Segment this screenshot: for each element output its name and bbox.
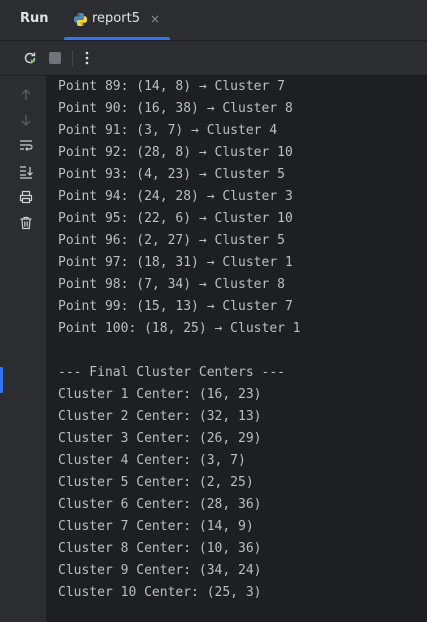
scroll-to-end-icon[interactable] — [18, 164, 34, 180]
soft-wrap-icon[interactable] — [18, 138, 34, 154]
active-tab-indicator — [64, 37, 170, 40]
console-line: Point 96: (2, 27) → Cluster 5 — [58, 233, 285, 248]
side-panel-indicator — [0, 367, 3, 393]
console-line: Point 97: (18, 31) → Cluster 1 — [58, 255, 293, 270]
console-line: Cluster 8 Center: (10, 36) — [58, 541, 262, 556]
console-line: Point 100: (18, 25) → Cluster 1 — [58, 321, 301, 336]
console-line: Cluster 4 Center: (3, 7) — [58, 453, 246, 468]
console-line: Cluster 10 Center: (25, 3) — [58, 585, 262, 600]
console-line: Point 89: (14, 8) → Cluster 7 — [58, 79, 285, 94]
console-line: Point 91: (3, 7) → Cluster 4 — [58, 123, 278, 138]
more-options-icon[interactable] — [78, 49, 96, 67]
console-side-toolbar — [0, 76, 47, 622]
toolbar-separator — [72, 50, 73, 66]
console-line: Point 93: (4, 23) → Cluster 5 — [58, 167, 285, 182]
console-line: Point 95: (22, 6) → Cluster 10 — [58, 211, 293, 226]
console-line: Cluster 1 Center: (16, 23) — [58, 387, 262, 402]
console-output[interactable]: Point 89: (14, 8) → Cluster 7 Point 90: (… — [47, 76, 427, 622]
console-line: Cluster 2 Center: (32, 13) — [58, 409, 262, 424]
console-line: Point 98: (7, 34) → Cluster 8 — [58, 277, 285, 292]
tab-label: report5 — [92, 11, 140, 26]
up-arrow-icon[interactable] — [18, 87, 34, 103]
console-line: Cluster 6 Center: (28, 36) — [58, 497, 262, 512]
close-tab-icon[interactable]: × — [150, 12, 160, 26]
console-line: Cluster 5 Center: (2, 25) — [58, 475, 254, 490]
console-line: Point 92: (28, 8) → Cluster 10 — [58, 145, 293, 160]
console-line: Cluster 9 Center: (34, 24) — [58, 563, 262, 578]
console-line: Cluster 3 Center: (26, 29) — [58, 431, 262, 446]
console-line: Point 94: (24, 28) → Cluster 3 — [58, 189, 293, 204]
run-toolbar — [0, 41, 427, 76]
down-arrow-icon[interactable] — [18, 112, 34, 128]
trash-icon[interactable] — [18, 215, 34, 231]
rerun-icon[interactable] — [21, 49, 39, 67]
console-line: Cluster 7 Center: (14, 9) — [58, 519, 254, 534]
console-line: --- Final Cluster Centers --- — [58, 365, 285, 380]
stop-icon[interactable] — [46, 49, 64, 67]
run-tool-window-title: Run — [20, 11, 49, 26]
console-line: Point 99: (15, 13) → Cluster 7 — [58, 299, 293, 314]
tool-window-header: Run report5 × — [0, 0, 427, 41]
print-icon[interactable] — [18, 189, 34, 205]
python-icon — [73, 12, 88, 27]
tab-report5[interactable]: report5 × — [64, 0, 170, 40]
console-line: Point 90: (16, 38) → Cluster 8 — [58, 101, 293, 116]
